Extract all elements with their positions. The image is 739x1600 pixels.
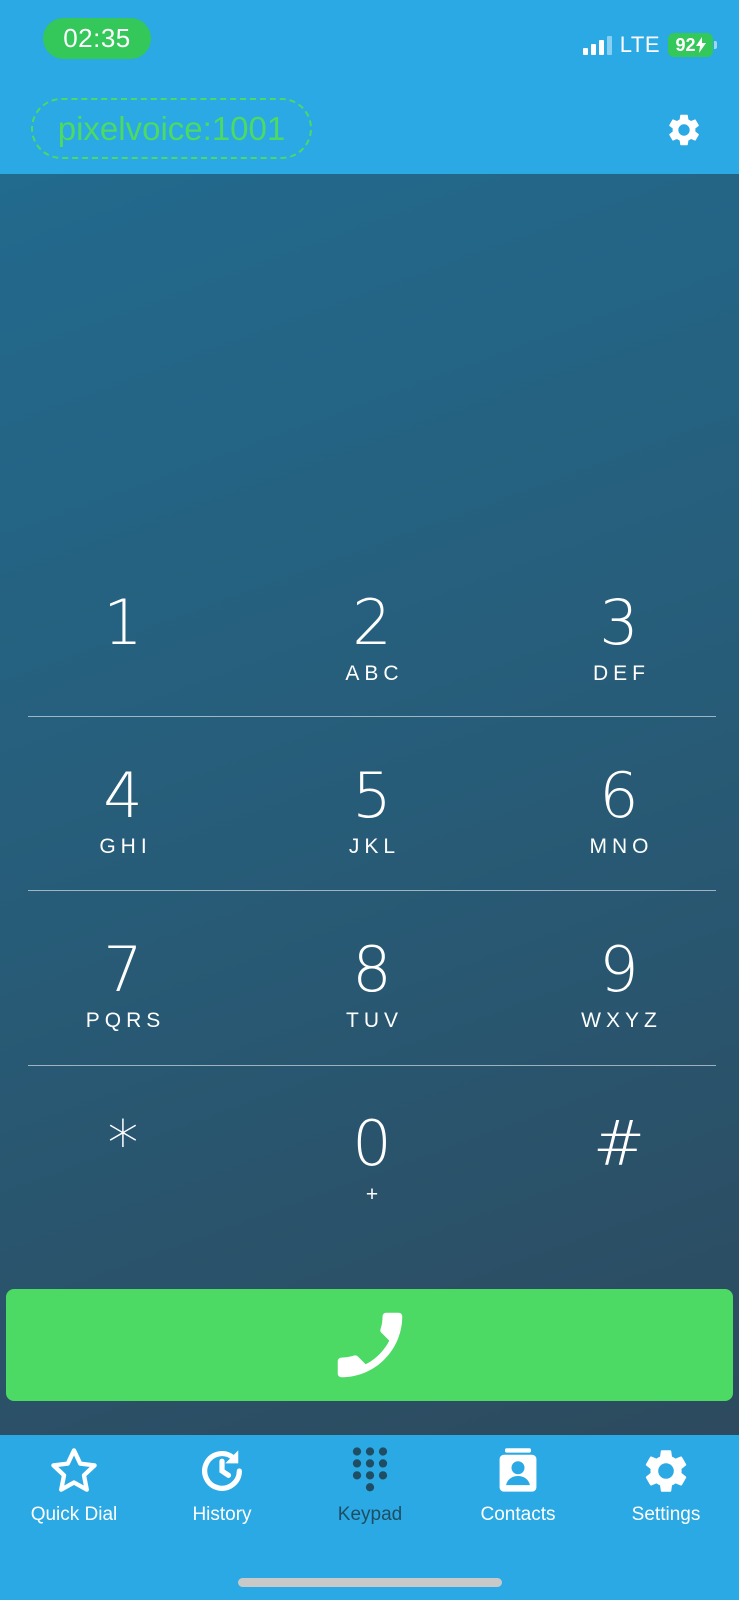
key-0[interactable]: 1 [23,592,223,732]
key-digit: 8 [352,933,392,1006]
key-4[interactable]: 5 JKL [272,765,472,905]
tab-keypad[interactable]: Keypad [296,1435,444,1545]
tab-settings[interactable]: Settings [592,1435,739,1545]
key-digit: 1 [103,586,143,659]
battery-level: 92 [675,34,696,55]
key-digit: 9 [599,933,639,1006]
key-letters: WXYZ [581,1009,662,1032]
tab-label: History [192,1504,252,1525]
contacts-icon [499,1448,537,1492]
battery-indicator: 92 [668,33,717,57]
tab-contacts[interactable]: Contacts [444,1435,592,1545]
tab-label: Contacts [480,1504,556,1525]
tab-bar: Quick Dial History Keypad Contacts Setti… [0,1435,739,1600]
key-3[interactable]: 4 GHI [23,765,223,905]
key-7[interactable]: 8 TUV [272,939,472,1079]
key-10[interactable]: 0 + [272,1113,472,1253]
key-letters: TUV [346,1009,403,1032]
tab-quick-dial[interactable]: Quick Dial [0,1435,148,1545]
key-digit: 3 [599,586,639,659]
tab-label: Quick Dial [30,1504,118,1525]
key-letters: GHI [99,835,152,858]
key-digit: 0 [352,1107,392,1180]
charging-bolt-icon [695,37,706,53]
key-digit: 7 [103,933,143,1006]
phone-icon [337,1312,402,1378]
keypad-icon [352,1447,388,1492]
history-icon [202,1450,242,1491]
app-header: 02:35 LTE 92 pixelvoice:1001 [0,0,739,174]
key-letters: DEF [593,662,650,685]
tab-label: Keypad [337,1504,403,1525]
gear-icon [645,1450,687,1492]
key-digit: 6 [599,759,639,832]
tab-label: Settings [631,1504,701,1525]
status-indicators: LTE 92 [582,30,717,60]
keypad-divider [28,716,716,717]
key-5[interactable]: 6 MNO [519,765,719,905]
key-digit: 4 [103,759,143,832]
key-8[interactable]: 9 WXYZ [519,939,719,1079]
status-time: 02:35 [43,18,151,59]
key-digit: 2 [352,586,392,659]
star-icon [51,1448,97,1492]
key-digit: 5 [352,759,392,832]
key-2[interactable]: 3 DEF [519,592,719,732]
key-letters: ABC [345,662,404,685]
key-letters: PQRS [85,1009,166,1032]
account-indicator[interactable]: pixelvoice:1001 [31,98,312,159]
key-digit: # [593,1107,645,1180]
call-button[interactable] [6,1289,733,1401]
keypad-divider [28,1065,716,1066]
gear-icon[interactable] [665,111,703,149]
key-letters: JKL [348,835,401,858]
key-letters: + [365,1183,384,1206]
signal-icon [582,35,612,55]
network-type: LTE [619,32,660,57]
key-1[interactable]: 2 ABC [272,592,472,732]
key-letters: MNO [589,835,654,858]
key-6[interactable]: 7 PQRS [23,939,223,1079]
key-digit: * [107,1107,139,1180]
key-9[interactable]: * [23,1113,223,1253]
tab-history[interactable]: History [148,1435,296,1545]
keypad-divider [28,890,716,891]
home-indicator[interactable] [238,1578,502,1587]
key-11[interactable]: # [519,1113,719,1253]
